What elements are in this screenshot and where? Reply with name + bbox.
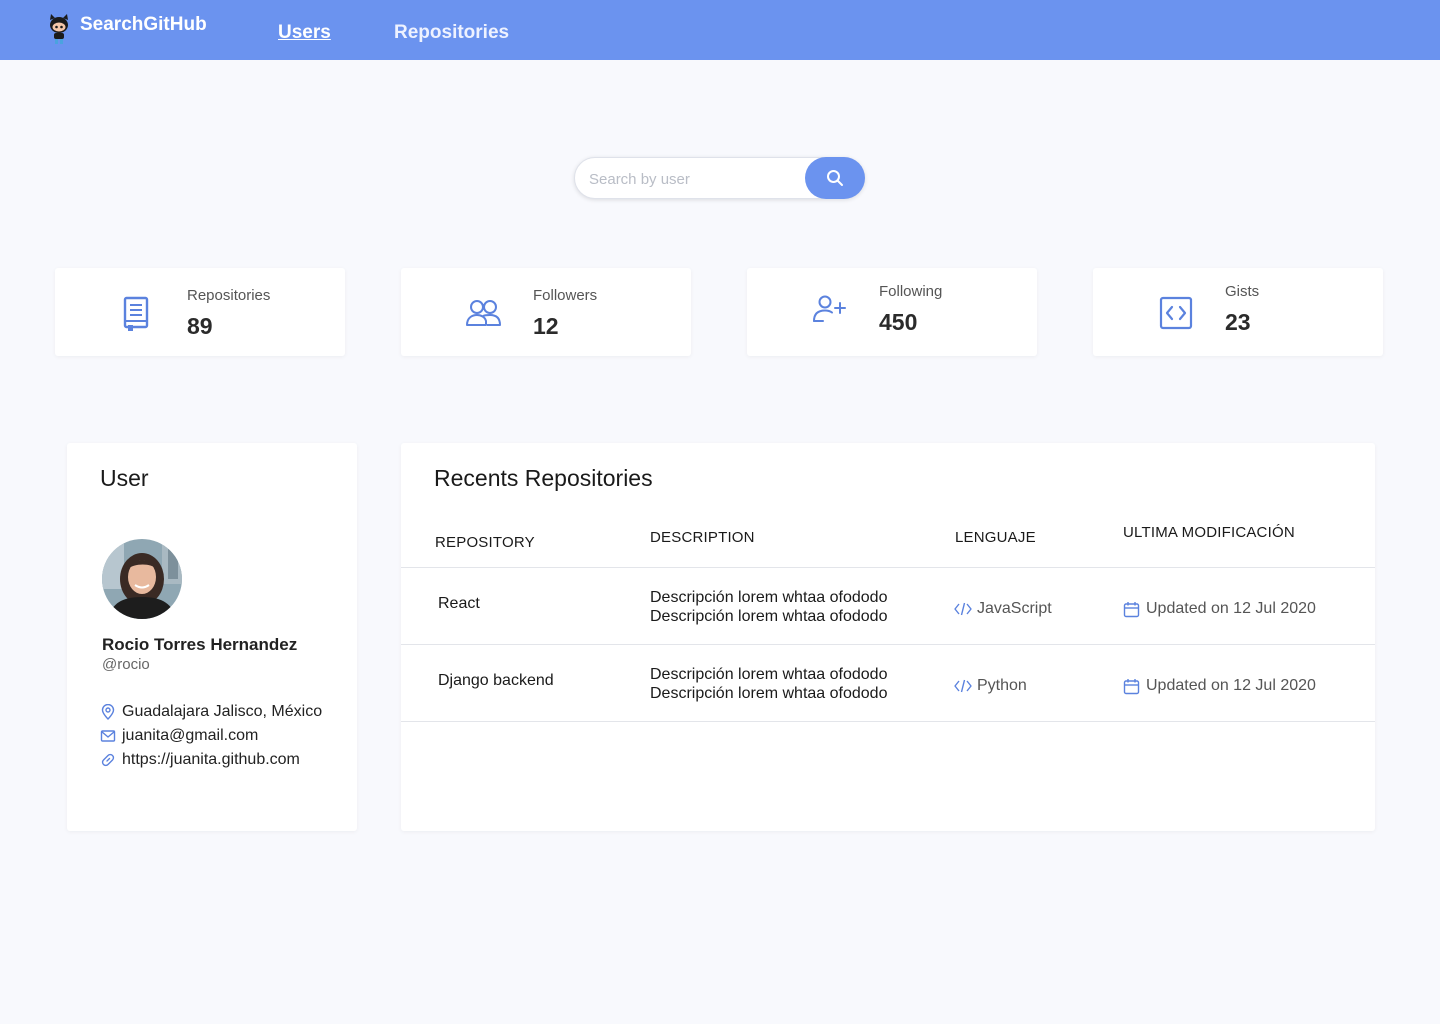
code-brackets-icon [954, 602, 972, 616]
mail-icon [100, 730, 116, 742]
recent-repositories-panel: Recents Repositories REPOSITORY DESCRIPT… [401, 443, 1375, 831]
column-header-last-modified: ULTIMA MODIFICACIÓN [1123, 524, 1295, 541]
user-handle: @rocio [102, 656, 150, 673]
repo-updated-text: Updated on 12 Jul 2020 [1146, 600, 1316, 617]
stat-label: Following [879, 283, 943, 300]
table-divider [401, 721, 1375, 722]
repo-language: Python [954, 677, 1027, 695]
repo-language-text: Python [977, 677, 1027, 694]
link-icon [101, 753, 115, 767]
repo-name[interactable]: React [438, 595, 480, 613]
stat-card-followers: Followers 12 [401, 268, 691, 356]
user-email[interactable]: juanita@gmail.com [100, 727, 258, 745]
repo-updated: Updated on 12 Jul 2020 [1123, 677, 1316, 695]
user-website-text: https://juanita.github.com [122, 751, 300, 768]
user-website[interactable]: https://juanita.github.com [100, 751, 300, 769]
search-button[interactable] [805, 157, 865, 199]
user-location: Guadalajara Jalisco, México [100, 703, 322, 721]
user-plus-icon [813, 295, 846, 322]
search-icon [827, 170, 843, 186]
stat-label: Repositories [187, 287, 271, 304]
user-location-text: Guadalajara Jalisco, México [122, 703, 323, 720]
stat-card-repositories: Repositories 89 [55, 268, 345, 356]
repo-updated: Updated on 12 Jul 2020 [1123, 600, 1316, 618]
code-icon [1159, 296, 1193, 330]
repos-panel-title: Recents Repositories [434, 465, 653, 491]
column-header-description: DESCRIPTION [650, 529, 755, 546]
user-panel-title: User [100, 465, 149, 491]
stat-card-gists: Gists 23 [1093, 268, 1383, 356]
repo-language-text: JavaScript [977, 600, 1052, 617]
repo-description: Descripción lorem whtaa ofododo [650, 608, 888, 625]
calendar-icon [1123, 601, 1140, 617]
top-navbar: SearchGitHub Users Repositories [0, 0, 1440, 60]
github-octocat-icon [50, 14, 68, 44]
repo-description: Descripción lorem whtaa ofododo [650, 685, 888, 702]
table-divider [401, 644, 1375, 645]
avatar-photo-icon [102, 539, 182, 619]
table-divider [401, 567, 1375, 568]
nav-repositories-link[interactable]: Repositories [394, 22, 509, 44]
location-pin-icon [101, 704, 115, 720]
calendar-icon [1123, 678, 1140, 694]
code-brackets-icon [954, 679, 972, 693]
user-full-name: Rocio Torres Hernandez [102, 635, 298, 654]
repo-description: Descripción lorem whtaa ofododo [650, 589, 888, 606]
nav-users-link[interactable]: Users [278, 22, 331, 44]
repo-description: Descripción lorem whtaa ofododo [650, 666, 888, 683]
search-bar [574, 157, 865, 199]
followers-icon [466, 300, 501, 326]
repo-updated-text: Updated on 12 Jul 2020 [1146, 677, 1316, 694]
stat-value: 89 [187, 313, 213, 339]
user-email-text: juanita@gmail.com [122, 727, 259, 744]
brand-name: SearchGitHub [80, 14, 207, 35]
stat-card-following: Following 450 [747, 268, 1037, 356]
stat-label: Gists [1225, 283, 1260, 300]
stat-label: Followers [533, 287, 598, 304]
column-header-language: LENGUAJE [955, 529, 1036, 546]
search-input[interactable] [589, 167, 804, 191]
stat-value: 12 [533, 313, 559, 339]
user-panel: User Rocio Torres Hernandez @rocio Guada… [67, 443, 357, 831]
repo-name[interactable]: Django backend [438, 672, 554, 690]
avatar [102, 539, 182, 619]
column-header-repository: REPOSITORY [435, 534, 535, 551]
repo-language: JavaScript [954, 600, 1052, 618]
repo-book-icon [123, 296, 149, 331]
stat-value: 450 [879, 309, 918, 335]
brand[interactable]: SearchGitHub [46, 11, 207, 47]
stat-value: 23 [1225, 309, 1251, 335]
